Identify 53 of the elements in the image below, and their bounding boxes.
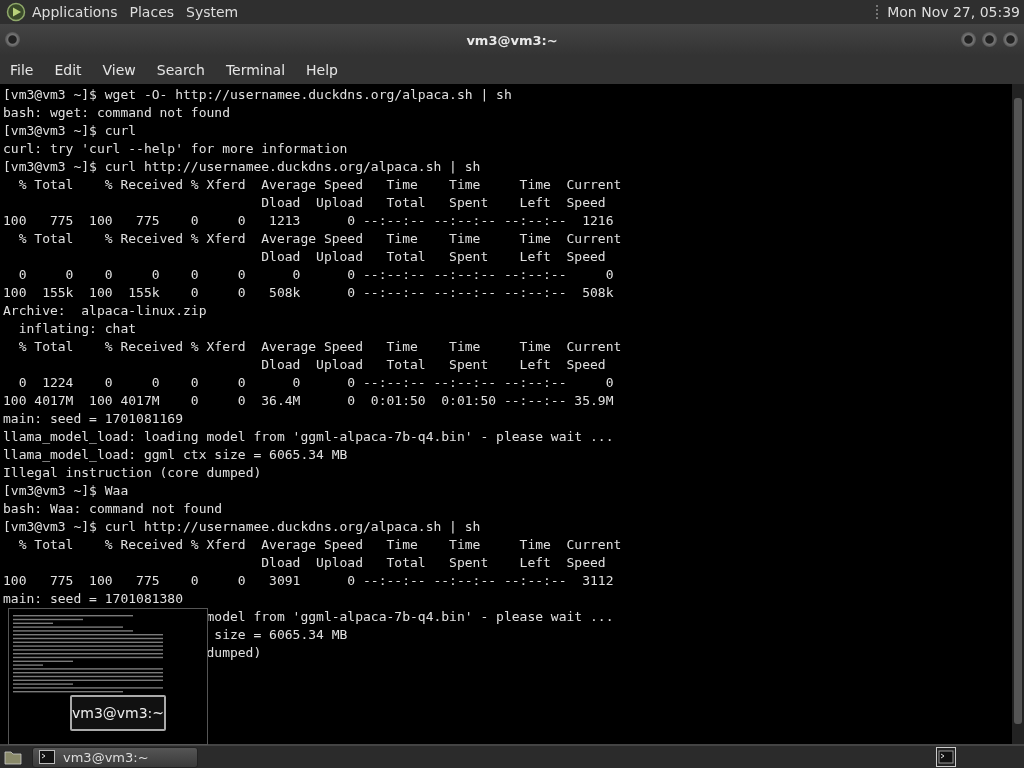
- terminal-line: 0 0 0 0 0 0 0 0 --:--:-- --:--:-- --:--:-- 0: [17, 267, 614, 282]
- terminal-line: [vm3@vm3 ~]$ Waa: [3, 483, 129, 498]
- terminal-line: [vm3@vm3 ~]$ wget -O- http://usernamee.duckdns.org/alpaca.sh | sh: [3, 87, 512, 102]
- maximize-button[interactable]: [982, 32, 997, 47]
- terminal-line: 100 4017M 100 4017M 0 0 36.4M 0 0:01:50 0:01:50 --:--:-- 35.9M: [3, 393, 614, 408]
- terminal-line: 100 775 100 775 0 0 3091 0 --:--:-- --:--:-- --:--:-- 3112: [3, 573, 614, 588]
- clock[interactable]: Mon Nov 27, 05:39: [887, 4, 1020, 20]
- terminal-line: 0 1224 0 0 0 0 0 0 --:--:-- --:--:-- --:--:-- 0: [17, 375, 614, 390]
- terminal-line: Archive: alpaca-linux.zip: [3, 303, 207, 318]
- terminal-line: % Total % Received % Xferd Average Speed Time Time Time Current: [17, 231, 622, 246]
- terminal-line: Illegal instruction (core dumped): [3, 465, 262, 480]
- window-menu-button[interactable]: [5, 32, 20, 47]
- folder-icon[interactable]: [4, 749, 22, 765]
- terminal-line: % Total % Received % Xferd Average Speed Time Time Time Current: [17, 177, 622, 192]
- terminal-icon[interactable]: [936, 747, 956, 767]
- menu-item[interactable]: Edit: [47, 62, 89, 78]
- terminal-line: size = 6065.34 MB: [214, 627, 348, 642]
- terminal-line: [vm3@vm3 ~]$ curl: [3, 123, 137, 138]
- window-title: vm3@vm3:~: [466, 32, 558, 48]
- menu-item[interactable]: File: [3, 62, 41, 78]
- terminal-line: % Total % Received % Xferd Average Speed Time Time Time Current: [17, 339, 622, 354]
- menu-item[interactable]: Help: [299, 62, 345, 78]
- scrollbar[interactable]: [1012, 84, 1024, 744]
- close-button[interactable]: [1003, 32, 1018, 47]
- terminal-line: dumped): [206, 645, 262, 660]
- minimize-button[interactable]: [961, 32, 976, 47]
- terminal-line: curl: try 'curl --help' for more information: [3, 141, 348, 156]
- terminal-line: [vm3@vm3 ~]$ curl http://usernamee.duckdns.org/alpaca.sh | sh: [3, 159, 481, 174]
- terminal-line: Dload Upload Total Spent Left Speed: [260, 195, 606, 210]
- menu-item[interactable]: Terminal: [218, 62, 293, 78]
- panel-menu[interactable]: Places: [123, 4, 181, 20]
- terminal-line: llama_model_load: loading model from 'ggml-alpaca-7b-q4.bin' - please wait ...: [3, 429, 614, 444]
- terminal-line: inflating: chat: [17, 321, 137, 336]
- terminal-line: Dload Upload Total Spent Left Speed: [260, 555, 606, 570]
- terminal-icon: [39, 750, 55, 764]
- menu-item[interactable]: View: [95, 62, 143, 78]
- terminal-line: Dload Upload Total Spent Left Speed: [260, 357, 606, 372]
- menu-item[interactable]: Search: [149, 62, 212, 78]
- terminal-line: main: seed = 1701081380: [3, 591, 183, 606]
- terminal-line: bash: wget: command not found: [3, 105, 230, 120]
- terminal-line: main: seed = 1701081169: [3, 411, 183, 426]
- panel-menu[interactable]: System: [180, 4, 245, 20]
- panel-menu[interactable]: Applications: [26, 4, 124, 20]
- terminal-line: 100 155k 100 155k 0 0 508k 0 --:--:-- --:--:-- --:--:-- 508k: [3, 285, 614, 300]
- terminal-line: bash: Waa: command not found: [3, 501, 223, 516]
- terminal-line: llama_model_load: ggml ctx size = 6065.34 MB: [3, 447, 348, 462]
- taskbar-button[interactable]: vm3@vm3:~: [32, 746, 198, 768]
- terminal-line: [vm3@vm3 ~]$ curl http://usernamee.duckdns.org/alpaca.sh | sh: [3, 519, 481, 534]
- terminal-line: % Total % Received % Xferd Average Speed Time Time Time Current: [17, 537, 622, 552]
- window-switcher-label: vm3@vm3:~: [70, 695, 166, 731]
- terminal-line: Dload Upload Total Spent Left Speed: [260, 249, 606, 264]
- play-logo-icon[interactable]: [6, 2, 26, 22]
- terminal-line: 100 775 100 775 0 0 1213 0 --:--:-- --:--:-- --:--:-- 1216: [3, 213, 614, 228]
